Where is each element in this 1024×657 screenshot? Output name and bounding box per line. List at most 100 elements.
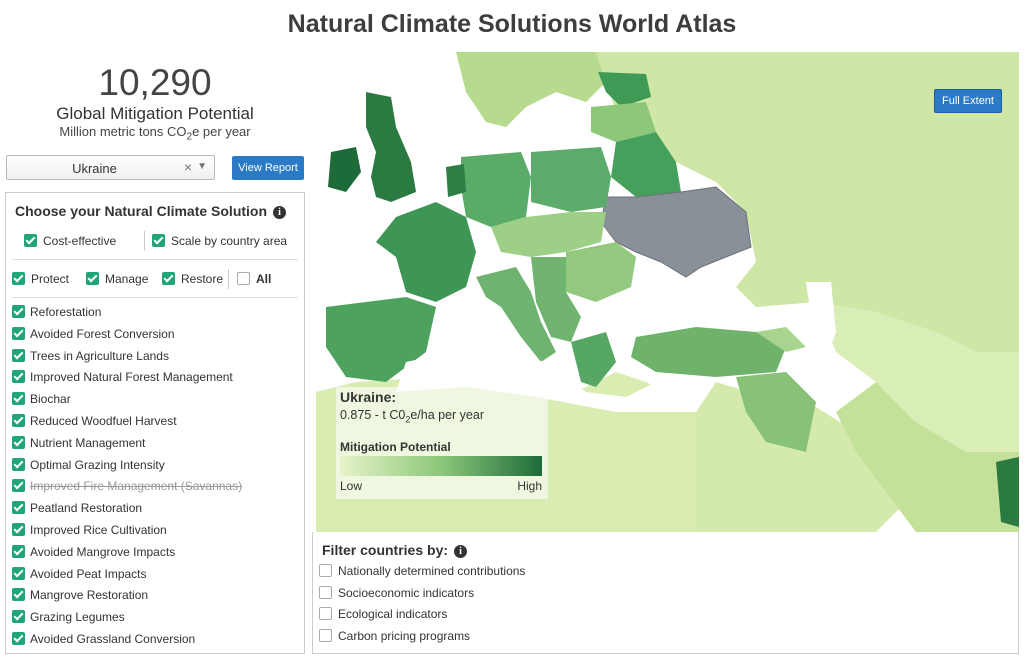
checkbox-icon[interactable] bbox=[12, 544, 25, 558]
filter-label: Carbon pricing programs bbox=[338, 628, 471, 643]
category-label: Restore bbox=[181, 272, 224, 286]
solution-trees-in-agriculture[interactable]: Trees in Agriculture Lands bbox=[12, 348, 242, 371]
checkbox-icon[interactable] bbox=[319, 628, 332, 642]
checkbox-icon[interactable] bbox=[12, 305, 25, 318]
checkbox-icon[interactable] bbox=[319, 564, 332, 577]
category-manage[interactable]: Manage bbox=[86, 272, 148, 286]
view-report-button[interactable]: View Report bbox=[232, 156, 304, 180]
checkbox-icon[interactable] bbox=[12, 610, 25, 624]
checkbox-icon[interactable] bbox=[12, 392, 25, 406]
solution-fire-management[interactable]: Improved Fire Management (Savannas) bbox=[12, 479, 242, 501]
global-mitigation-stat: 10,290 Global Mitigation Potential Milli… bbox=[0, 62, 310, 146]
solution-reduced-woodfuel[interactable]: Reduced Woodfuel Harvest bbox=[12, 413, 242, 436]
legend-value: 0.875 - t C02e/ha per year bbox=[340, 408, 484, 425]
filter-carbon-pricing[interactable]: Carbon pricing programs bbox=[319, 628, 525, 651]
checkbox-icon[interactable] bbox=[12, 501, 25, 515]
solution-label: Peatland Restoration bbox=[30, 501, 143, 516]
world-map[interactable]: Full Extent Ukraine: 0.875 - t C02e/ha p… bbox=[316, 52, 1019, 532]
solution-label: Avoided Grassland Conversion bbox=[30, 631, 196, 646]
category-restore[interactable]: Restore bbox=[162, 272, 223, 286]
country-germany[interactable] bbox=[461, 152, 531, 227]
solution-mangrove-restoration[interactable]: Mangrove Restoration bbox=[12, 588, 242, 610]
solution-optimal-grazing[interactable]: Optimal Grazing Intensity bbox=[12, 457, 242, 480]
divider bbox=[12, 259, 298, 260]
solution-list: Reforestation Avoided Forest Conversion … bbox=[12, 305, 242, 654]
solution-label: Improved Fire Management (Savannas) bbox=[30, 479, 243, 494]
legend-title: Mitigation Potential bbox=[340, 440, 451, 454]
legend-value-suffix: e/ha per year bbox=[410, 408, 485, 422]
legend-country: Ukraine: bbox=[340, 389, 397, 405]
clear-icon[interactable]: × bbox=[184, 159, 192, 175]
solution-avoided-forest-conversion[interactable]: Avoided Forest Conversion bbox=[12, 326, 242, 349]
checkbox-icon[interactable] bbox=[12, 370, 25, 384]
filter-ecological[interactable]: Ecological indicators bbox=[319, 607, 525, 629]
legend-high-label: High bbox=[517, 479, 542, 493]
country-poland[interactable] bbox=[531, 147, 611, 212]
chevron-down-icon[interactable]: ▼ bbox=[197, 161, 207, 172]
divider bbox=[144, 231, 145, 251]
solution-label: Reforestation bbox=[30, 305, 102, 319]
legend-gradient-bar bbox=[340, 456, 542, 476]
checkbox-icon[interactable] bbox=[12, 435, 25, 449]
solution-panel-title: Choose your Natural Climate Solution i bbox=[15, 203, 287, 219]
solution-label: Avoided Forest Conversion bbox=[30, 326, 175, 341]
category-protect[interactable]: Protect bbox=[12, 272, 69, 286]
solution-label: Nutrient Management bbox=[30, 435, 146, 450]
checkbox-icon[interactable] bbox=[12, 326, 25, 340]
info-icon[interactable]: i bbox=[273, 206, 287, 219]
checkbox-icon[interactable] bbox=[12, 413, 25, 427]
solution-avoided-mangrove[interactable]: Avoided Mangrove Impacts bbox=[12, 544, 242, 567]
category-all[interactable]: All bbox=[237, 272, 271, 286]
legend-low-label: Low bbox=[340, 479, 363, 493]
toggle-scale-by-area[interactable]: Scale by country area bbox=[152, 234, 287, 248]
mitigation-units: Million metric tons CO2e per year bbox=[0, 124, 310, 146]
checkbox-icon[interactable] bbox=[86, 272, 99, 285]
solution-grazing-legumes[interactable]: Grazing Legumes bbox=[12, 610, 242, 632]
solution-improved-forest-management[interactable]: Improved Natural Forest Management bbox=[12, 370, 242, 392]
category-label: All bbox=[256, 272, 272, 286]
checkbox-icon[interactable] bbox=[162, 272, 175, 285]
solution-label: Optimal Grazing Intensity bbox=[30, 457, 165, 472]
solution-peatland-restoration[interactable]: Peatland Restoration bbox=[12, 501, 242, 523]
checkbox-icon[interactable] bbox=[12, 631, 25, 645]
filter-ndc[interactable]: Nationally determined contributions bbox=[319, 564, 525, 586]
solution-label: Avoided Mangrove Impacts bbox=[30, 544, 176, 559]
checkbox-icon[interactable] bbox=[12, 479, 25, 493]
full-extent-button[interactable]: Full Extent bbox=[934, 89, 1002, 113]
checkbox-icon[interactable] bbox=[24, 234, 37, 247]
country-select[interactable]: Ukraine × ▼ bbox=[6, 155, 215, 180]
checkbox-icon[interactable] bbox=[12, 522, 25, 536]
divider bbox=[228, 269, 229, 289]
checkbox-icon[interactable] bbox=[12, 348, 25, 362]
checkbox-icon[interactable] bbox=[237, 272, 250, 285]
units-suffix: e per year bbox=[192, 124, 251, 139]
checkbox-icon[interactable] bbox=[152, 234, 165, 247]
filter-title: Filter countries by: i bbox=[322, 542, 468, 558]
checkbox-icon[interactable] bbox=[319, 585, 332, 599]
solution-label: Reduced Woodfuel Harvest bbox=[30, 413, 177, 428]
solution-reforestation[interactable]: Reforestation bbox=[12, 305, 242, 327]
solution-label: Improved Natural Forest Management bbox=[30, 370, 233, 385]
country-netherlands[interactable] bbox=[446, 164, 466, 197]
mitigation-label: Global Mitigation Potential bbox=[56, 104, 254, 123]
checkbox-icon[interactable] bbox=[12, 566, 25, 580]
filter-label: Ecological indicators bbox=[338, 607, 448, 621]
filter-socioeconomic[interactable]: Socioeconomic indicators bbox=[319, 585, 525, 608]
checkbox-icon[interactable] bbox=[319, 607, 332, 620]
checkbox-icon[interactable] bbox=[12, 272, 25, 285]
solution-avoided-grassland[interactable]: Avoided Grassland Conversion bbox=[12, 631, 242, 654]
toggle-cost-effective[interactable]: Cost-effective bbox=[24, 234, 116, 248]
checkbox-icon[interactable] bbox=[12, 588, 25, 602]
filter-title-text: Filter countries by: bbox=[322, 542, 449, 558]
checkbox-icon[interactable] bbox=[12, 457, 25, 471]
filter-list: Nationally determined contributions Soci… bbox=[319, 564, 525, 650]
mitigation-value: 10,290 bbox=[98, 62, 212, 103]
solution-biochar[interactable]: Biochar bbox=[12, 392, 242, 414]
solution-panel-title-text: Choose your Natural Climate Solution bbox=[15, 203, 268, 219]
legend-value-prefix: 0.875 - t C0 bbox=[340, 408, 406, 422]
solution-nutrient-management[interactable]: Nutrient Management bbox=[12, 435, 242, 458]
info-icon[interactable]: i bbox=[454, 545, 468, 558]
filter-panel: Filter countries by: i Nationally determi… bbox=[312, 532, 1019, 654]
solution-avoided-peat[interactable]: Avoided Peat Impacts bbox=[12, 566, 242, 589]
solution-rice-cultivation[interactable]: Improved Rice Cultivation bbox=[12, 522, 242, 545]
